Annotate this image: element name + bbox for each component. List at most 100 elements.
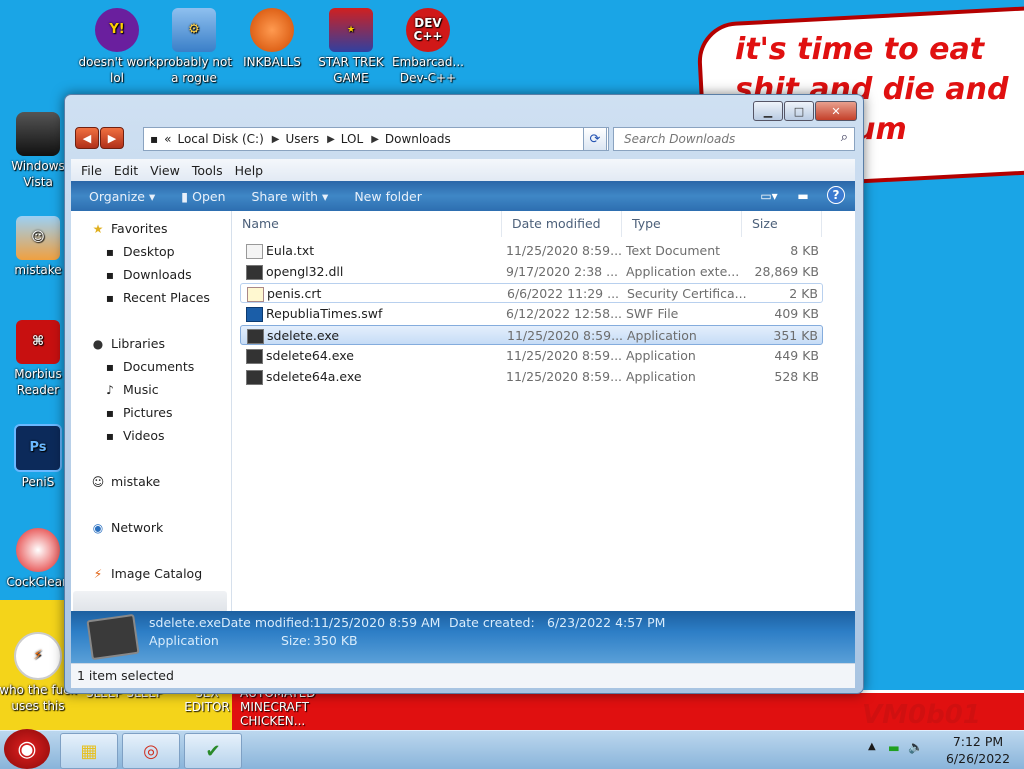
- file-row-opengl[interactable]: opengl32.dll 9/17/2020 2:38 ... Applicat…: [240, 262, 823, 282]
- inkball-icon: [250, 8, 294, 52]
- nav-network[interactable]: ◉ Network: [91, 520, 163, 535]
- nav-buttons: ◀ ▶: [75, 127, 125, 149]
- back-button[interactable]: ◀: [75, 127, 99, 149]
- status-text: 1 item selected: [77, 668, 174, 683]
- volume-icon[interactable]: 🔈: [908, 739, 924, 755]
- search-input[interactable]: [622, 128, 826, 150]
- menu-help[interactable]: Help: [235, 163, 264, 178]
- nav-image-catalog[interactable]: ⚡ Image Catalog: [91, 566, 202, 581]
- desktop-icon-devcpp[interactable]: DEV C++ Embarcad... Dev-C++: [388, 8, 468, 86]
- file-row-sdelete64a[interactable]: sdelete64a.exe 11/25/2020 8:59... Applic…: [240, 367, 823, 387]
- desktop-icon-yahoo[interactable]: Y! doesn't work lol: [77, 8, 157, 86]
- column-header-name[interactable]: Name: [232, 211, 502, 237]
- recycle-bin-icon: [16, 112, 60, 156]
- new-folder-button[interactable]: New folder: [354, 189, 422, 204]
- desktop-icon-star-trek[interactable]: ★ STAR TREK GAME: [311, 8, 391, 86]
- star-icon: ★: [92, 221, 104, 236]
- taskbar-chrome-button[interactable]: ◎: [122, 733, 180, 769]
- selected-file-thumbnail: [86, 613, 140, 661]
- details-created-value: 6/23/2022 4:57 PM: [547, 615, 666, 630]
- nav-mistake[interactable]: ☺ mistake: [91, 474, 160, 489]
- yahoo-icon: Y!: [95, 8, 139, 52]
- recent-places-icon: ▪: [105, 290, 115, 305]
- column-header-size[interactable]: Size: [742, 211, 822, 237]
- pictures-icon: ▪: [105, 405, 115, 420]
- forward-button[interactable]: ▶: [100, 127, 124, 149]
- view-options-icon[interactable]: ▭▾: [759, 186, 779, 206]
- nav-libraries[interactable]: ● Libraries: [91, 336, 165, 351]
- menu-bar: File Edit View Tools Help: [71, 159, 855, 182]
- taskbar-app-button[interactable]: ✔: [184, 733, 242, 769]
- taskbar-explorer-button[interactable]: ▦: [60, 733, 118, 769]
- file-row-sdelete[interactable]: sdelete.exe 11/25/2020 8:59... Applicati…: [240, 325, 823, 345]
- breadcrumb-local-disk[interactable]: Local Disk (C:): [177, 132, 263, 146]
- command-bar: Organize ▾ ▮ Open Share with ▾ New folde…: [71, 181, 855, 211]
- details-size-value: 350 KB: [313, 633, 358, 648]
- close-button[interactable]: ✕: [815, 101, 857, 121]
- documents-icon: ▪: [105, 359, 115, 374]
- help-icon[interactable]: ?: [827, 186, 845, 204]
- preview-pane-icon[interactable]: ▬: [793, 186, 813, 206]
- network-icon: ◉: [92, 520, 104, 535]
- menu-view[interactable]: View: [150, 163, 180, 178]
- file-row-penis-crt[interactable]: penis.crt 6/6/2022 11:29 ... Security Ce…: [240, 283, 823, 303]
- desktop-icon-inkballs[interactable]: INKBALLS: [232, 8, 312, 70]
- column-header-type[interactable]: Type: [622, 211, 742, 237]
- menu-file[interactable]: File: [81, 163, 102, 178]
- details-type: Application: [149, 633, 219, 648]
- address-bar[interactable]: ▪ « Local Disk (C:) ▶ Users ▶ LOL ▶ Down…: [143, 127, 609, 151]
- details-size-label: Size:: [281, 633, 311, 648]
- file-row-republiatimes[interactable]: RepubliaTimes.swf 6/12/2022 12:58... SWF…: [240, 304, 823, 324]
- music-icon: ♪: [106, 382, 114, 397]
- breadcrumb-lol[interactable]: LOL: [341, 132, 363, 146]
- maximize-button[interactable]: □: [784, 101, 814, 121]
- search-icon[interactable]: ⌕: [841, 130, 848, 145]
- nav-recent-places[interactable]: ▪ Recent Places: [103, 290, 210, 305]
- text-file-icon: [246, 244, 263, 259]
- breadcrumb-prefix: «: [164, 132, 172, 146]
- open-button[interactable]: ▮ Open: [181, 189, 225, 204]
- column-header-date[interactable]: Date modified: [502, 211, 622, 237]
- share-with-button[interactable]: Share with ▾: [252, 189, 329, 204]
- videos-icon: ▪: [105, 428, 115, 443]
- user-icon: ☺: [16, 216, 60, 260]
- clock-time: 7:12 PM: [952, 734, 1004, 749]
- nav-pictures[interactable]: ▪ Pictures: [103, 405, 173, 420]
- nav-music[interactable]: ♪ Music: [103, 382, 158, 397]
- nav-desktop[interactable]: ▪ Desktop: [103, 244, 175, 259]
- desktop-icon-system[interactable]: ⚙ probably not a rogue: [154, 8, 234, 86]
- explorer-window[interactable]: ▁ □ ✕ ◀ ▶ ▪ « Local Disk (C:) ▶ Users ▶ …: [64, 94, 864, 694]
- minimize-button[interactable]: ▁: [753, 101, 783, 121]
- star-trek-icon: ★: [329, 8, 373, 52]
- nav-downloads[interactable]: ▪ Downloads: [103, 267, 192, 282]
- file-row-sdelete64[interactable]: sdelete64.exe 11/25/2020 8:59... Applica…: [240, 346, 823, 366]
- libraries-icon: ●: [92, 336, 104, 351]
- watermark: VM0b01: [862, 700, 981, 730]
- breadcrumb-separator-icon[interactable]: ▶: [272, 134, 280, 145]
- breadcrumb-users[interactable]: Users: [285, 132, 319, 146]
- organize-button[interactable]: Organize ▾: [89, 189, 155, 204]
- network-status-icon[interactable]: ▬: [888, 740, 900, 755]
- nav-documents[interactable]: ▪ Documents: [103, 359, 194, 374]
- refresh-button[interactable]: ⟳: [583, 127, 607, 151]
- exe-file-icon: [246, 370, 263, 385]
- search-box[interactable]: ⌕: [613, 127, 855, 151]
- clock[interactable]: 7:12 PM 6/26/2022: [942, 733, 1014, 767]
- desktop-icon: ▪: [105, 244, 115, 259]
- breadcrumb-downloads[interactable]: Downloads: [385, 132, 451, 146]
- menu-tools[interactable]: Tools: [192, 163, 223, 178]
- breadcrumb-separator-icon[interactable]: ▶: [327, 134, 335, 145]
- show-hidden-icons-icon[interactable]: ▲: [868, 741, 876, 752]
- breadcrumb-separator-icon[interactable]: ▶: [371, 134, 379, 145]
- file-list: Name Date modified Type Size Eula.txt 11…: [232, 211, 855, 611]
- nav-selection-highlight: [73, 591, 227, 613]
- ccleaner-icon: [16, 528, 60, 572]
- menu-edit[interactable]: Edit: [114, 163, 138, 178]
- start-button[interactable]: ◉: [4, 729, 50, 769]
- file-row-eula[interactable]: Eula.txt 11/25/2020 8:59... Text Documen…: [240, 241, 823, 261]
- nav-videos[interactable]: ▪ Videos: [103, 428, 165, 443]
- pdf-icon: ⌘: [16, 320, 60, 364]
- user-folder-icon: ☺: [91, 474, 105, 489]
- details-created-label: Date created:: [449, 615, 535, 630]
- nav-favorites[interactable]: ★ Favorites: [91, 221, 168, 236]
